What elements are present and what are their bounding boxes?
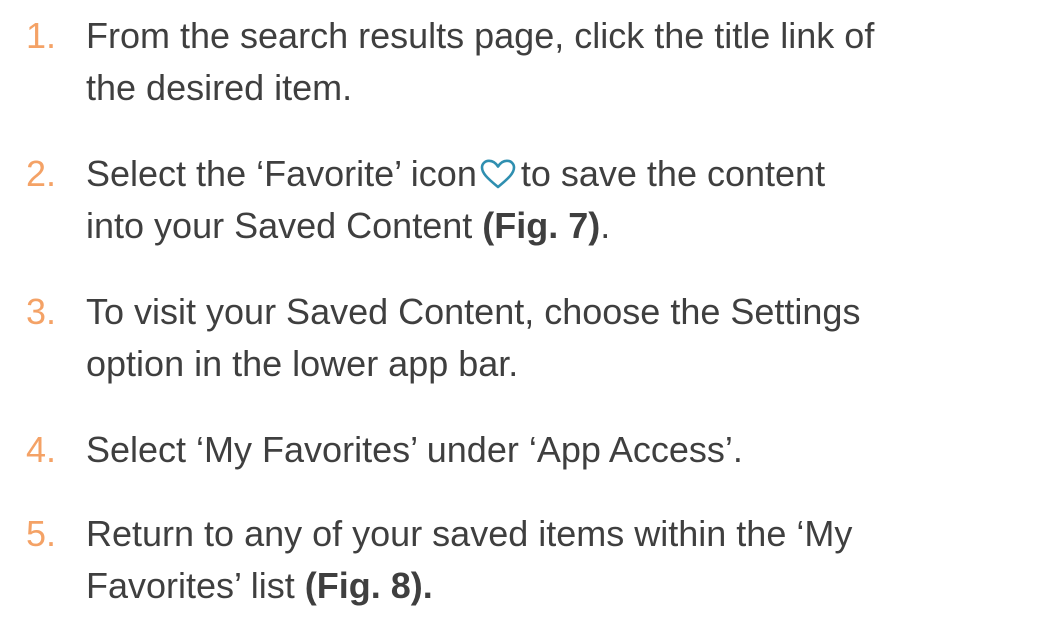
figure-reference: (Fig. 7) [482,205,601,246]
step-text-line: Favorites’ list (Fig. 8). [86,560,433,612]
step-number: 5. [26,513,57,554]
step-text-line: Return to any of your saved items within… [86,513,853,554]
step-text: to save the content [520,153,826,194]
step-text: Select the ‘Favorite’ icon [86,153,477,194]
step-number: 2. [26,153,57,194]
instruction-list: 1. From the search results page, click t… [0,0,1059,637]
step-text-line: Select the ‘Favorite’ icon to save the co… [86,148,825,204]
step-text: into your Saved Content [86,205,483,246]
figure-reference: (Fig. 8). [304,565,433,606]
step-text-line: the desired item. [86,67,353,108]
step-text: Favorites’ list [86,565,305,606]
step-text-line: To visit your Saved Content, choose the … [86,291,861,332]
step-text-line: Select ‘My Favorites’ under ‘App Access’… [86,429,743,470]
step-number: 1. [26,15,57,56]
step-text: . [600,205,611,246]
heart-outline-icon [479,152,517,204]
step-text-line: into your Saved Content (Fig. 7). [86,200,610,252]
step-text-line: option in the lower app bar. [86,343,519,384]
step-number: 3. [26,291,57,332]
step-text-line: From the search results page, click the … [86,15,875,56]
step-number: 4. [26,429,57,470]
